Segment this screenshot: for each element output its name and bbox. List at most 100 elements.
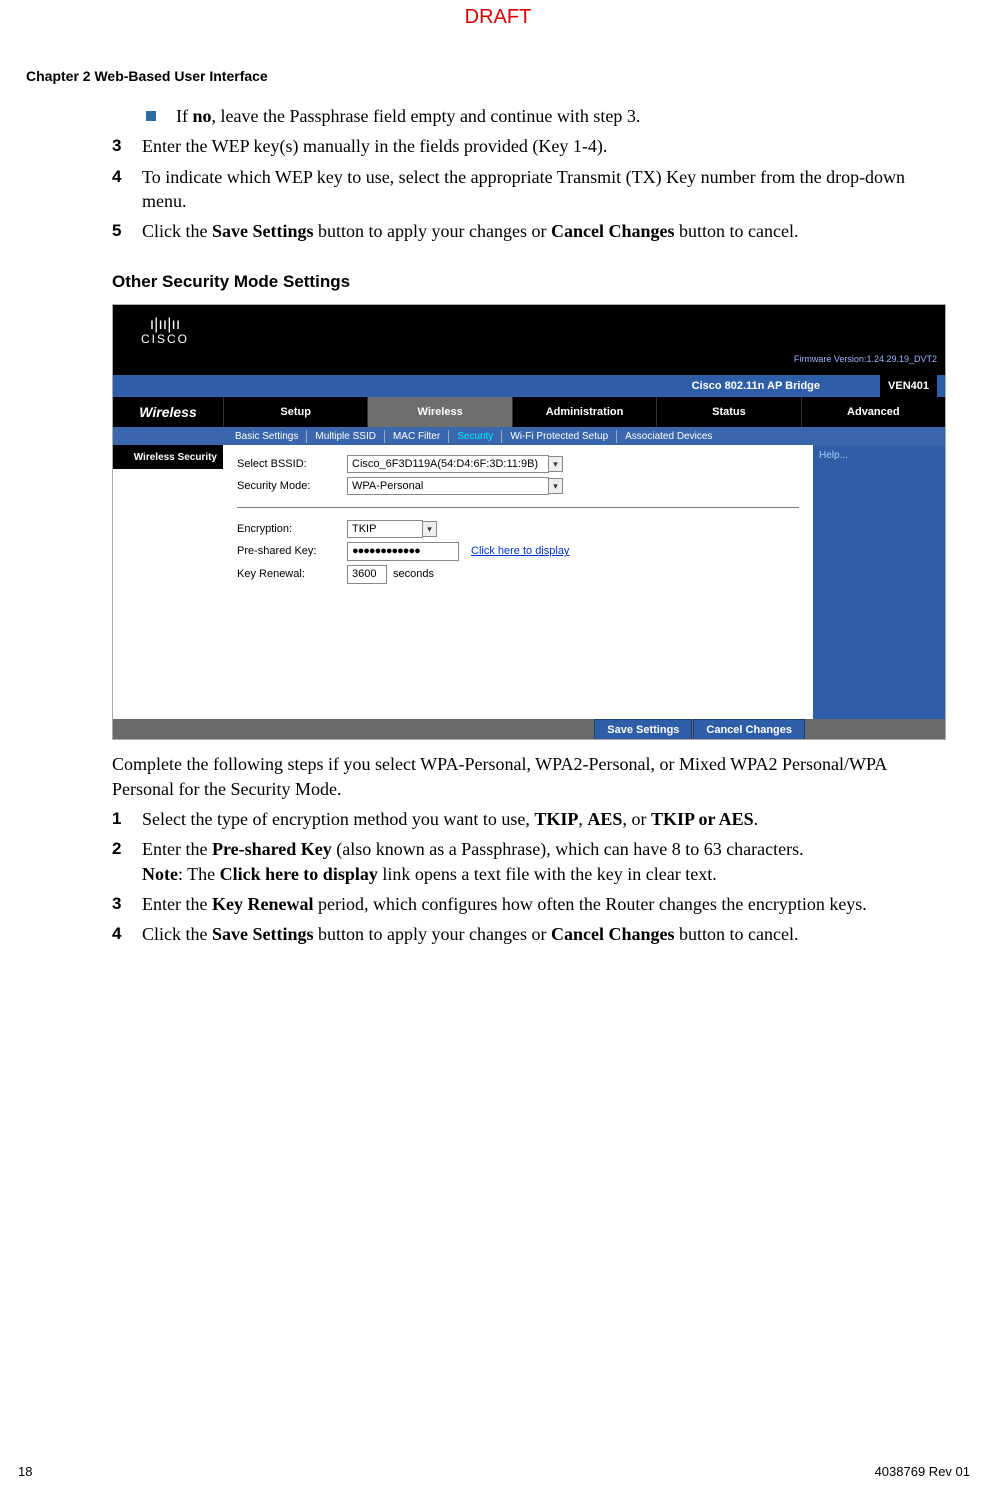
step-number: 5 bbox=[112, 219, 142, 243]
bullet-text: If no, leave the Passphrase field empty … bbox=[176, 104, 942, 128]
subheading: Other Security Mode Settings bbox=[112, 271, 942, 294]
form-row-key-renewal: Key Renewal: 3600 seconds bbox=[237, 565, 799, 584]
chevron-down-icon: ▾ bbox=[423, 521, 437, 537]
step-number: 3 bbox=[112, 892, 142, 916]
step-row: 4 To indicate which WEP key to use, sele… bbox=[112, 165, 942, 214]
select-security-mode[interactable]: WPA-Personal ▾ bbox=[347, 477, 563, 495]
input-psk[interactable]: ●●●●●●●●●●●● bbox=[347, 542, 459, 561]
input-key-renewal[interactable]: 3600 bbox=[347, 565, 387, 584]
label-psk: Pre-shared Key: bbox=[237, 544, 347, 559]
cisco-logo: ı|ıı|ıı cisco bbox=[141, 317, 189, 345]
tab-administration[interactable]: Administration bbox=[512, 397, 656, 427]
main-nav: Wireless Setup Wireless Administration S… bbox=[113, 397, 945, 427]
screenshot-panel: ı|ıı|ıı cisco Firmware Version:1.24.29.1… bbox=[112, 304, 946, 740]
label-key-renewal: Key Renewal: bbox=[237, 567, 347, 582]
text: . bbox=[754, 809, 759, 829]
document-revision: 4038769 Rev 01 bbox=[875, 1464, 970, 1479]
bold-text: Key Renewal bbox=[212, 894, 313, 914]
tab-setup[interactable]: Setup bbox=[223, 397, 367, 427]
paragraph: Complete the following steps if you sele… bbox=[112, 752, 942, 801]
seconds-label: seconds bbox=[393, 567, 434, 582]
text: button to cancel. bbox=[675, 924, 799, 944]
select-encryption-value: TKIP bbox=[347, 520, 423, 538]
select-security-mode-value: WPA-Personal bbox=[347, 477, 549, 495]
title-bar: Cisco 802.11n AP Bridge VEN401 bbox=[113, 375, 945, 397]
help-link[interactable]: Help... bbox=[819, 450, 848, 461]
form-row-encryption: Encryption: TKIP ▾ bbox=[237, 520, 799, 538]
wireless-security-label: Wireless Security bbox=[113, 445, 223, 469]
text: Click the bbox=[142, 924, 212, 944]
bold-text: no bbox=[193, 106, 212, 126]
subnav-multiple-ssid[interactable]: Multiple SSID bbox=[307, 430, 385, 444]
step-row: 2 Enter the Pre-shared Key (also known a… bbox=[112, 837, 942, 886]
firmware-version: Firmware Version:1.24.29.19_DVT2 bbox=[794, 353, 937, 365]
chevron-down-icon: ▾ bbox=[549, 456, 563, 472]
cisco-bars-icon: ı|ıı|ıı bbox=[141, 317, 189, 333]
label-bssid: Select BSSID: bbox=[237, 457, 347, 472]
link-display-key[interactable]: Click here to display bbox=[471, 544, 569, 559]
step-text: To indicate which WEP key to use, select… bbox=[142, 165, 942, 214]
select-bssid-value: Cisco_6F3D119A(54:D4:6F:3D:11:9B) bbox=[347, 455, 549, 473]
divider bbox=[237, 507, 799, 508]
help-panel: Help... bbox=[813, 445, 945, 719]
step-number: 2 bbox=[112, 837, 142, 886]
text: : The bbox=[178, 864, 220, 884]
text: link opens a text file with the key in c… bbox=[378, 864, 717, 884]
text: , leave the Passphrase field empty and c… bbox=[212, 106, 641, 126]
subnav-mac-filter[interactable]: MAC Filter bbox=[385, 430, 449, 444]
tab-advanced[interactable]: Advanced bbox=[801, 397, 945, 427]
save-settings-button[interactable]: Save Settings bbox=[594, 719, 692, 740]
form-panel: Select BSSID: Cisco_6F3D119A(54:D4:6F:3D… bbox=[223, 445, 813, 719]
bold-text: Cancel Changes bbox=[551, 924, 675, 944]
subnav-associated-devices[interactable]: Associated Devices bbox=[617, 430, 720, 444]
step-text: Click the Save Settings button to apply … bbox=[142, 922, 942, 946]
tab-status[interactable]: Status bbox=[656, 397, 800, 427]
text: , or bbox=[622, 809, 651, 829]
bold-text: TKIP bbox=[534, 809, 578, 829]
step-row: 3 Enter the WEP key(s) manually in the f… bbox=[112, 134, 942, 158]
step-text: Click the Save Settings button to apply … bbox=[142, 219, 942, 243]
text: Enter the bbox=[142, 839, 212, 859]
page-footer: 18 4038769 Rev 01 bbox=[18, 1464, 970, 1479]
select-bssid[interactable]: Cisco_6F3D119A(54:D4:6F:3D:11:9B) ▾ bbox=[347, 455, 563, 473]
text: Click the bbox=[142, 221, 212, 241]
step-text: Select the type of encryption method you… bbox=[142, 807, 942, 831]
step-text: Enter the Key Renewal period, which conf… bbox=[142, 892, 942, 916]
text: Select the type of encryption method you… bbox=[142, 809, 534, 829]
bold-text: Pre-shared Key bbox=[212, 839, 332, 859]
sub-nav: Basic Settings Multiple SSID MAC Filter … bbox=[113, 427, 945, 445]
label-security-mode: Security Mode: bbox=[237, 479, 347, 494]
screenshot-header: ı|ıı|ıı cisco Firmware Version:1.24.29.1… bbox=[113, 305, 945, 375]
step-text: Enter the WEP key(s) manually in the fie… bbox=[142, 134, 942, 158]
chapter-header: Chapter 2 Web-Based User Interface bbox=[26, 68, 268, 84]
select-encryption[interactable]: TKIP ▾ bbox=[347, 520, 437, 538]
step-row: 3 Enter the Key Renewal period, which co… bbox=[112, 892, 942, 916]
cancel-changes-button[interactable]: Cancel Changes bbox=[693, 719, 805, 740]
bold-text: Note bbox=[142, 864, 178, 884]
step-number: 3 bbox=[112, 134, 142, 158]
main-content: If no, leave the Passphrase field empty … bbox=[112, 104, 942, 953]
subnav-security[interactable]: Security bbox=[449, 430, 502, 444]
text: If bbox=[176, 106, 193, 126]
bold-text: AES bbox=[587, 809, 622, 829]
tab-wireless[interactable]: Wireless bbox=[367, 397, 511, 427]
nav-tabs: Setup Wireless Administration Status Adv… bbox=[223, 397, 945, 427]
model-label: VEN401 bbox=[880, 375, 937, 398]
form-row-bssid: Select BSSID: Cisco_6F3D119A(54:D4:6F:3D… bbox=[237, 455, 799, 473]
left-panel: Wireless Security bbox=[113, 445, 223, 719]
button-bar: Save Settings Cancel Changes bbox=[113, 719, 945, 740]
text: (also known as a Passphrase), which can … bbox=[332, 839, 804, 859]
section-label: Wireless bbox=[113, 397, 223, 427]
bold-text: Click here to display bbox=[220, 864, 378, 884]
bold-text: TKIP or AES bbox=[651, 809, 754, 829]
step-row: 1 Select the type of encryption method y… bbox=[112, 807, 942, 831]
chevron-down-icon: ▾ bbox=[549, 478, 563, 494]
label-encryption: Encryption: bbox=[237, 522, 347, 537]
text: Enter the bbox=[142, 894, 212, 914]
text: button to apply your changes or bbox=[314, 221, 551, 241]
bold-text: Cancel Changes bbox=[551, 221, 675, 241]
draft-watermark: DRAFT bbox=[465, 6, 532, 29]
subnav-basic-settings[interactable]: Basic Settings bbox=[227, 430, 307, 444]
bold-text: Save Settings bbox=[212, 924, 314, 944]
subnav-wps[interactable]: Wi-Fi Protected Setup bbox=[502, 430, 617, 444]
